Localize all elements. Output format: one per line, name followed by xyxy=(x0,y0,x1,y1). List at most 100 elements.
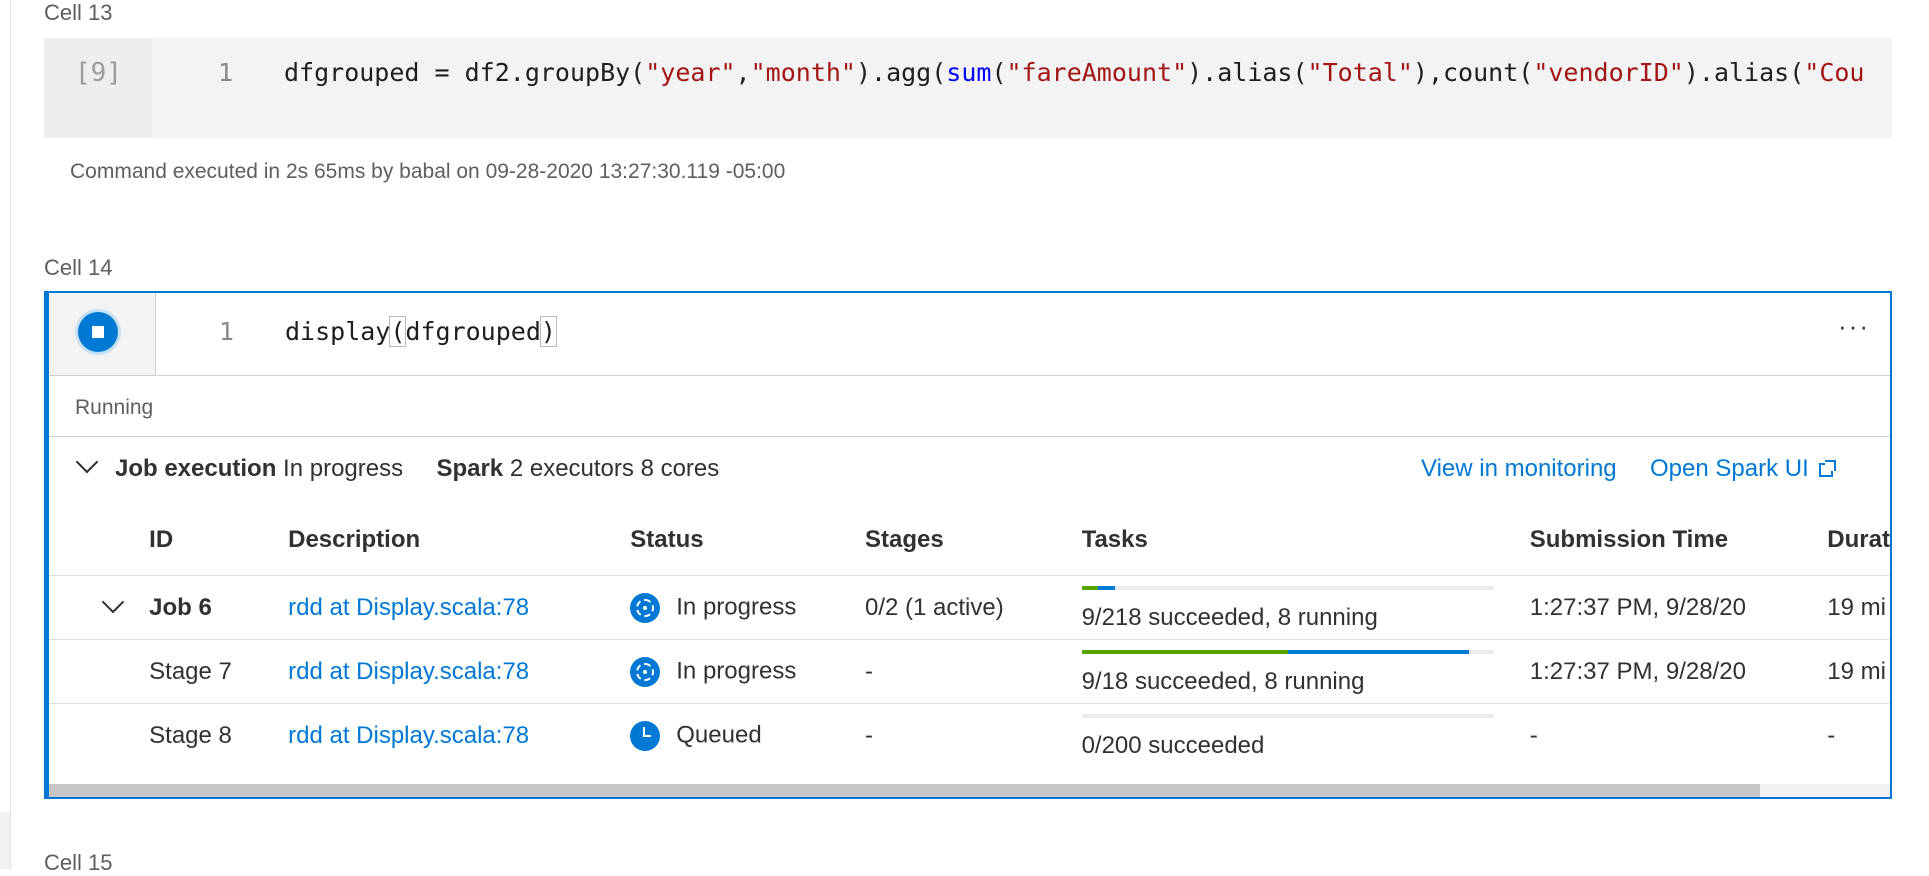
left-gutter-strip xyxy=(0,0,11,869)
chevron-down-icon[interactable] xyxy=(75,450,99,474)
tasks-text: 9/18 succeeded, 8 running xyxy=(1081,667,1365,695)
row-status: Queued xyxy=(630,704,865,768)
cell-13-code[interactable]: dfgrouped = df2.groupBy("year","month").… xyxy=(284,58,1864,87)
description-link[interactable]: rdd at Display.scala:78 xyxy=(288,594,529,621)
row-expander xyxy=(49,639,150,704)
in-progress-icon xyxy=(630,592,661,623)
code-token: "fareAmount" xyxy=(1006,58,1188,87)
task-progress-running xyxy=(1098,586,1115,590)
column-header-duration[interactable]: Durat xyxy=(1827,505,1890,576)
status-text: In progress xyxy=(676,592,797,620)
open-spark-ui-label: Open Spark UI xyxy=(1650,455,1809,482)
task-progress-bar xyxy=(1081,586,1494,590)
code-close-paren: ) xyxy=(539,316,557,347)
header-links: View in monitoring Open Spark UI xyxy=(1421,455,1836,483)
description-link[interactable]: rdd at Display.scala:78 xyxy=(288,722,529,749)
code-token: "Cou xyxy=(1804,58,1865,87)
code-open-paren: ( xyxy=(389,316,407,347)
row-submission-time: 1:27:37 PM, 9/28/20 xyxy=(1529,639,1828,704)
cell-14-code[interactable]: display(dfgrouped) xyxy=(285,316,557,347)
row-status: In progress xyxy=(630,639,865,704)
row-duration: 19 mi xyxy=(1827,639,1890,704)
code-token: dfgrouped = df2.groupBy( xyxy=(284,58,646,87)
tasks-text: 9/218 succeeded, 8 running xyxy=(1081,603,1378,631)
code-token: ),count( xyxy=(1412,58,1534,87)
description-link[interactable]: rdd at Display.scala:78 xyxy=(288,658,529,685)
row-submission-time: - xyxy=(1529,721,1538,749)
row-expander xyxy=(49,704,149,768)
column-header-tasks[interactable]: Tasks xyxy=(1081,505,1530,576)
scrollbar-thumb[interactable] xyxy=(49,784,1760,797)
cell-13-gutter: [9] xyxy=(44,38,152,138)
running-bar: Running xyxy=(49,376,1890,437)
row-tasks: 9/18 succeeded, 8 running xyxy=(1081,639,1530,704)
row-submission-time: 1:27:37 PM, 9/28/20 xyxy=(1529,575,1828,640)
open-spark-ui-link[interactable]: Open Spark UI xyxy=(1650,455,1836,482)
horizontal-scrollbar[interactable] xyxy=(49,784,1890,797)
stop-icon[interactable] xyxy=(78,312,118,352)
row-description: rdd at Display.scala:78 xyxy=(288,639,631,704)
row-duration: - xyxy=(1827,721,1836,749)
table-header-row: ID Description Status Stages Tasks Submi… xyxy=(49,505,1890,576)
job-execution-header: Job execution In progress Spark 2 execut… xyxy=(49,437,1890,497)
running-status: Running xyxy=(75,396,154,419)
column-header-id[interactable]: ID xyxy=(149,505,289,576)
status-text: Queued xyxy=(676,720,762,748)
row-duration: 19 mi xyxy=(1827,575,1890,640)
task-progress-running xyxy=(1287,650,1469,654)
row-description: rdd at Display.scala:78 xyxy=(288,575,631,640)
cell-14-gutter xyxy=(49,293,156,375)
task-progress-bar xyxy=(1081,714,1494,718)
column-header-stages[interactable]: Stages xyxy=(865,505,1082,576)
row-description: rdd at Display.scala:78 xyxy=(288,704,630,768)
code-token: "Total" xyxy=(1307,58,1413,87)
code-token: ).alias( xyxy=(1187,58,1308,87)
table-row: Stage 8 rdd at Display.scala:78 Queued -… xyxy=(49,704,1890,768)
row-id: Job 6 xyxy=(149,575,289,640)
spark-label: Spark xyxy=(436,455,504,482)
row-tasks: 9/218 succeeded, 8 running xyxy=(1081,575,1530,640)
external-link-icon xyxy=(1818,460,1836,477)
tasks-text: 0/200 succeeded xyxy=(1081,731,1265,759)
job-execution-summary: Job execution In progress Spark 2 execut… xyxy=(115,455,719,483)
expand-column-header xyxy=(49,505,150,576)
column-header-description[interactable]: Description xyxy=(288,505,631,576)
status-text: In progress xyxy=(676,656,797,684)
row-stages: 0/2 (1 active) xyxy=(865,575,1082,640)
row-stages: - xyxy=(865,639,1082,704)
code-token: "vendorID" xyxy=(1533,58,1684,87)
row-expander[interactable] xyxy=(49,575,150,640)
cell-13-label: Cell 13 xyxy=(44,0,113,25)
chevron-down-icon[interactable] xyxy=(101,590,125,614)
code-token: ( xyxy=(991,58,1007,87)
row-tasks: 0/200 succeeded xyxy=(1081,704,1530,768)
cell-13-status: Command executed in 2s 65ms by babal on … xyxy=(70,160,786,183)
code-token: sum xyxy=(946,58,992,87)
spark-info: 2 executors 8 cores xyxy=(509,455,720,482)
execution-count: [9] xyxy=(75,58,122,88)
clock-icon xyxy=(630,720,661,751)
cell-13-editor[interactable]: [9] 1 dfgrouped = df2.groupBy("year","mo… xyxy=(44,38,1892,138)
column-header-submission-time[interactable]: Submission Time xyxy=(1529,505,1828,576)
row-stages: - xyxy=(865,721,873,749)
code-token: , xyxy=(735,58,751,87)
jobs-table: ID Description Status Stages Tasks Submi… xyxy=(49,505,1890,767)
row-status: In progress xyxy=(630,575,865,640)
job-execution-label: Job execution xyxy=(115,455,277,482)
cell-15-label: Cell 15 xyxy=(44,850,113,875)
in-progress-icon xyxy=(630,656,661,687)
more-options-icon[interactable]: ··· xyxy=(1838,311,1870,342)
view-in-monitoring-link[interactable]: View in monitoring xyxy=(1421,455,1617,482)
line-number: 1 xyxy=(219,317,235,346)
column-header-status[interactable]: Status xyxy=(630,505,865,576)
table-row: Job 6 rdd at Display.scala:78 In progres… xyxy=(49,575,1890,640)
row-id: Stage 8 xyxy=(149,721,232,749)
task-progress-succeeded xyxy=(1081,650,1288,654)
code-fn: display xyxy=(285,317,391,346)
code-token: "year" xyxy=(645,58,736,87)
code-token: ).agg( xyxy=(855,58,947,87)
code-arg: dfgrouped xyxy=(405,317,541,346)
task-progress-succeeded xyxy=(1081,586,1099,590)
cell-14-editor[interactable]: 1 display(dfgrouped) ··· xyxy=(49,293,1890,376)
task-progress-bar xyxy=(1081,650,1494,654)
